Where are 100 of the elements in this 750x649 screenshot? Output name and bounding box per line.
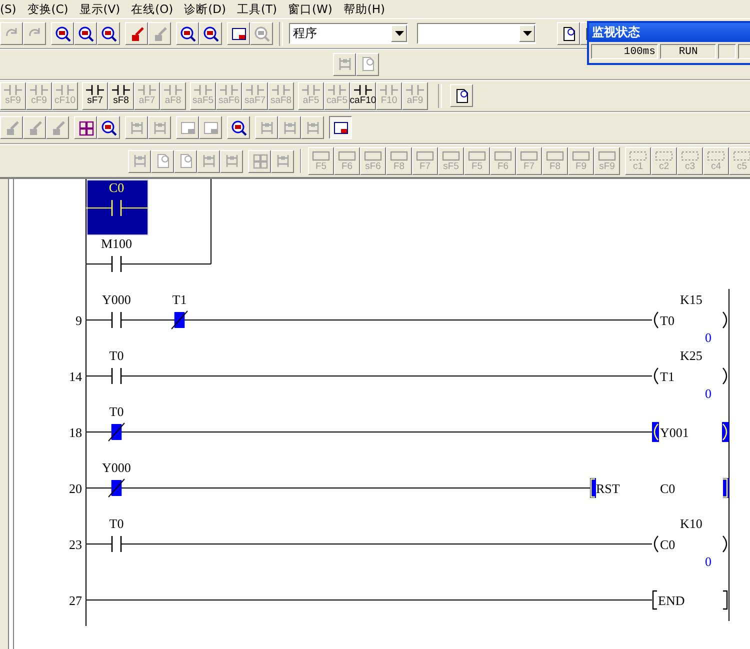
step-number: 23	[69, 537, 82, 552]
function-key-button[interactable]: sF8	[108, 82, 134, 110]
menu-item[interactable]: (S)	[0, 2, 24, 16]
step-number: 27	[69, 593, 82, 608]
comment-frame-icon	[655, 150, 673, 160]
ladder-symbol-icon	[224, 153, 240, 169]
contact-label: Y000	[102, 460, 131, 475]
window-title: 监视状态	[589, 23, 750, 42]
ladder-symbol-icon	[336, 56, 352, 72]
ladder-symbol-icon	[390, 150, 408, 160]
contact-label: T0	[109, 348, 124, 363]
current-value: 0	[705, 554, 712, 569]
contact-label: T0	[109, 404, 124, 419]
ladder-symbol-icon	[364, 150, 382, 160]
function-key-button[interactable]: sF7	[82, 82, 108, 110]
menu-item[interactable]: 在线(O)	[127, 2, 180, 16]
menu-item[interactable]: 变换(C)	[23, 2, 76, 16]
ladder-symbol-icon	[220, 85, 238, 95]
ladder-symbol-icon	[246, 85, 264, 95]
step-number: 18	[69, 425, 82, 440]
ladder-symbol-icon	[328, 85, 346, 95]
magnifier-icon	[100, 26, 116, 42]
ladder-symbol-icon	[380, 85, 398, 95]
timer-setting: K25	[680, 348, 702, 363]
instruction-name: END	[658, 593, 685, 608]
function-key-button[interactable]: caF10	[350, 82, 376, 110]
instruction-right-bracket	[723, 478, 729, 498]
magnifier-icon	[54, 26, 70, 42]
ladder-symbol-icon	[132, 153, 148, 169]
dropdown-value: 程序	[292, 25, 317, 42]
ladder-symbol-icon	[546, 150, 564, 160]
current-value: 0	[705, 386, 712, 401]
magnifier-icon	[254, 26, 270, 42]
ladder-symbol-icon	[164, 85, 182, 95]
ladder-symbol-icon	[86, 85, 104, 95]
contact-label: T0	[109, 516, 124, 531]
ladder-symbol-icon	[312, 150, 330, 160]
menu-item[interactable]: 工具(T)	[233, 2, 284, 16]
dropdown-arrow-icon	[522, 31, 532, 36]
ladder-symbol-icon	[194, 85, 212, 95]
program-dropdown[interactable]: 程序	[289, 23, 408, 44]
ladder-symbol-icon	[112, 85, 130, 95]
comment-frame-icon	[733, 150, 750, 160]
coil-device: Y001	[660, 425, 689, 440]
menu-item[interactable]: 窗口(W)	[284, 2, 340, 16]
contact-label: C0	[108, 180, 124, 195]
ladder-symbol-icon	[338, 150, 356, 160]
menu-item[interactable]: 诊断(D)	[180, 2, 234, 16]
ladder-symbol-icon	[4, 85, 22, 95]
ladder-symbol-icon	[442, 150, 460, 160]
menu-item[interactable]: 帮助(H)	[339, 2, 392, 16]
ladder-symbol-icon	[304, 120, 320, 136]
ladder-symbol-icon	[272, 85, 290, 95]
step-number: 14	[69, 369, 82, 384]
toolbar-button[interactable]	[329, 116, 352, 139]
instruction-operand: C0	[660, 481, 676, 496]
coil-right-bracket	[722, 312, 728, 328]
coil-device: T0	[660, 313, 674, 328]
ladder-symbol-icon	[468, 150, 486, 160]
ladder-symbol-icon	[128, 120, 144, 136]
grid-icon	[252, 153, 268, 169]
document-icon	[154, 153, 170, 169]
status-field	[718, 44, 736, 59]
grid-icon	[78, 120, 94, 136]
step-number: 20	[69, 481, 82, 496]
comment-frame-icon	[681, 150, 699, 160]
ladder-symbol-icon	[258, 120, 274, 136]
window-icon	[180, 120, 196, 136]
instruction-name: RST	[596, 481, 620, 496]
ladder-symbol-icon	[274, 153, 290, 169]
magnifier-icon	[100, 120, 116, 136]
coil-right-bracket	[722, 368, 728, 384]
step-number: 9	[76, 313, 82, 328]
ladder-symbol-icon	[282, 120, 298, 136]
ladder-symbol-icon	[520, 150, 538, 160]
device-dropdown[interactable]	[417, 23, 536, 44]
contact-label: T1	[172, 292, 187, 307]
window-icon	[230, 26, 246, 42]
comment-frame-icon	[707, 150, 725, 160]
timer-setting: K10	[680, 516, 702, 531]
ladder-symbol-icon	[152, 120, 168, 136]
cpu-status-field: RUN	[660, 44, 716, 59]
ladder-symbol-icon	[30, 85, 48, 95]
magnifier-icon	[230, 120, 246, 136]
instruction-right-bracket	[723, 590, 728, 610]
coil-right-bracket	[722, 536, 728, 552]
ladder-symbol-icon	[302, 85, 320, 95]
ladder-symbol-icon	[572, 150, 590, 160]
ladder-symbol-icon	[138, 85, 156, 95]
document-icon	[560, 26, 576, 42]
ladder-symbol-icon	[354, 85, 372, 95]
coil-right-bracket	[722, 422, 729, 442]
document-icon	[454, 88, 470, 104]
scan-time-field: 100ms	[591, 44, 658, 59]
ladder-symbol-icon	[416, 150, 434, 160]
contact-label: M100	[100, 236, 132, 251]
magnifier-icon	[180, 26, 196, 42]
menu-item[interactable]: 显示(V)	[75, 2, 128, 16]
document-icon	[360, 56, 376, 72]
coil-device: T1	[660, 369, 674, 384]
